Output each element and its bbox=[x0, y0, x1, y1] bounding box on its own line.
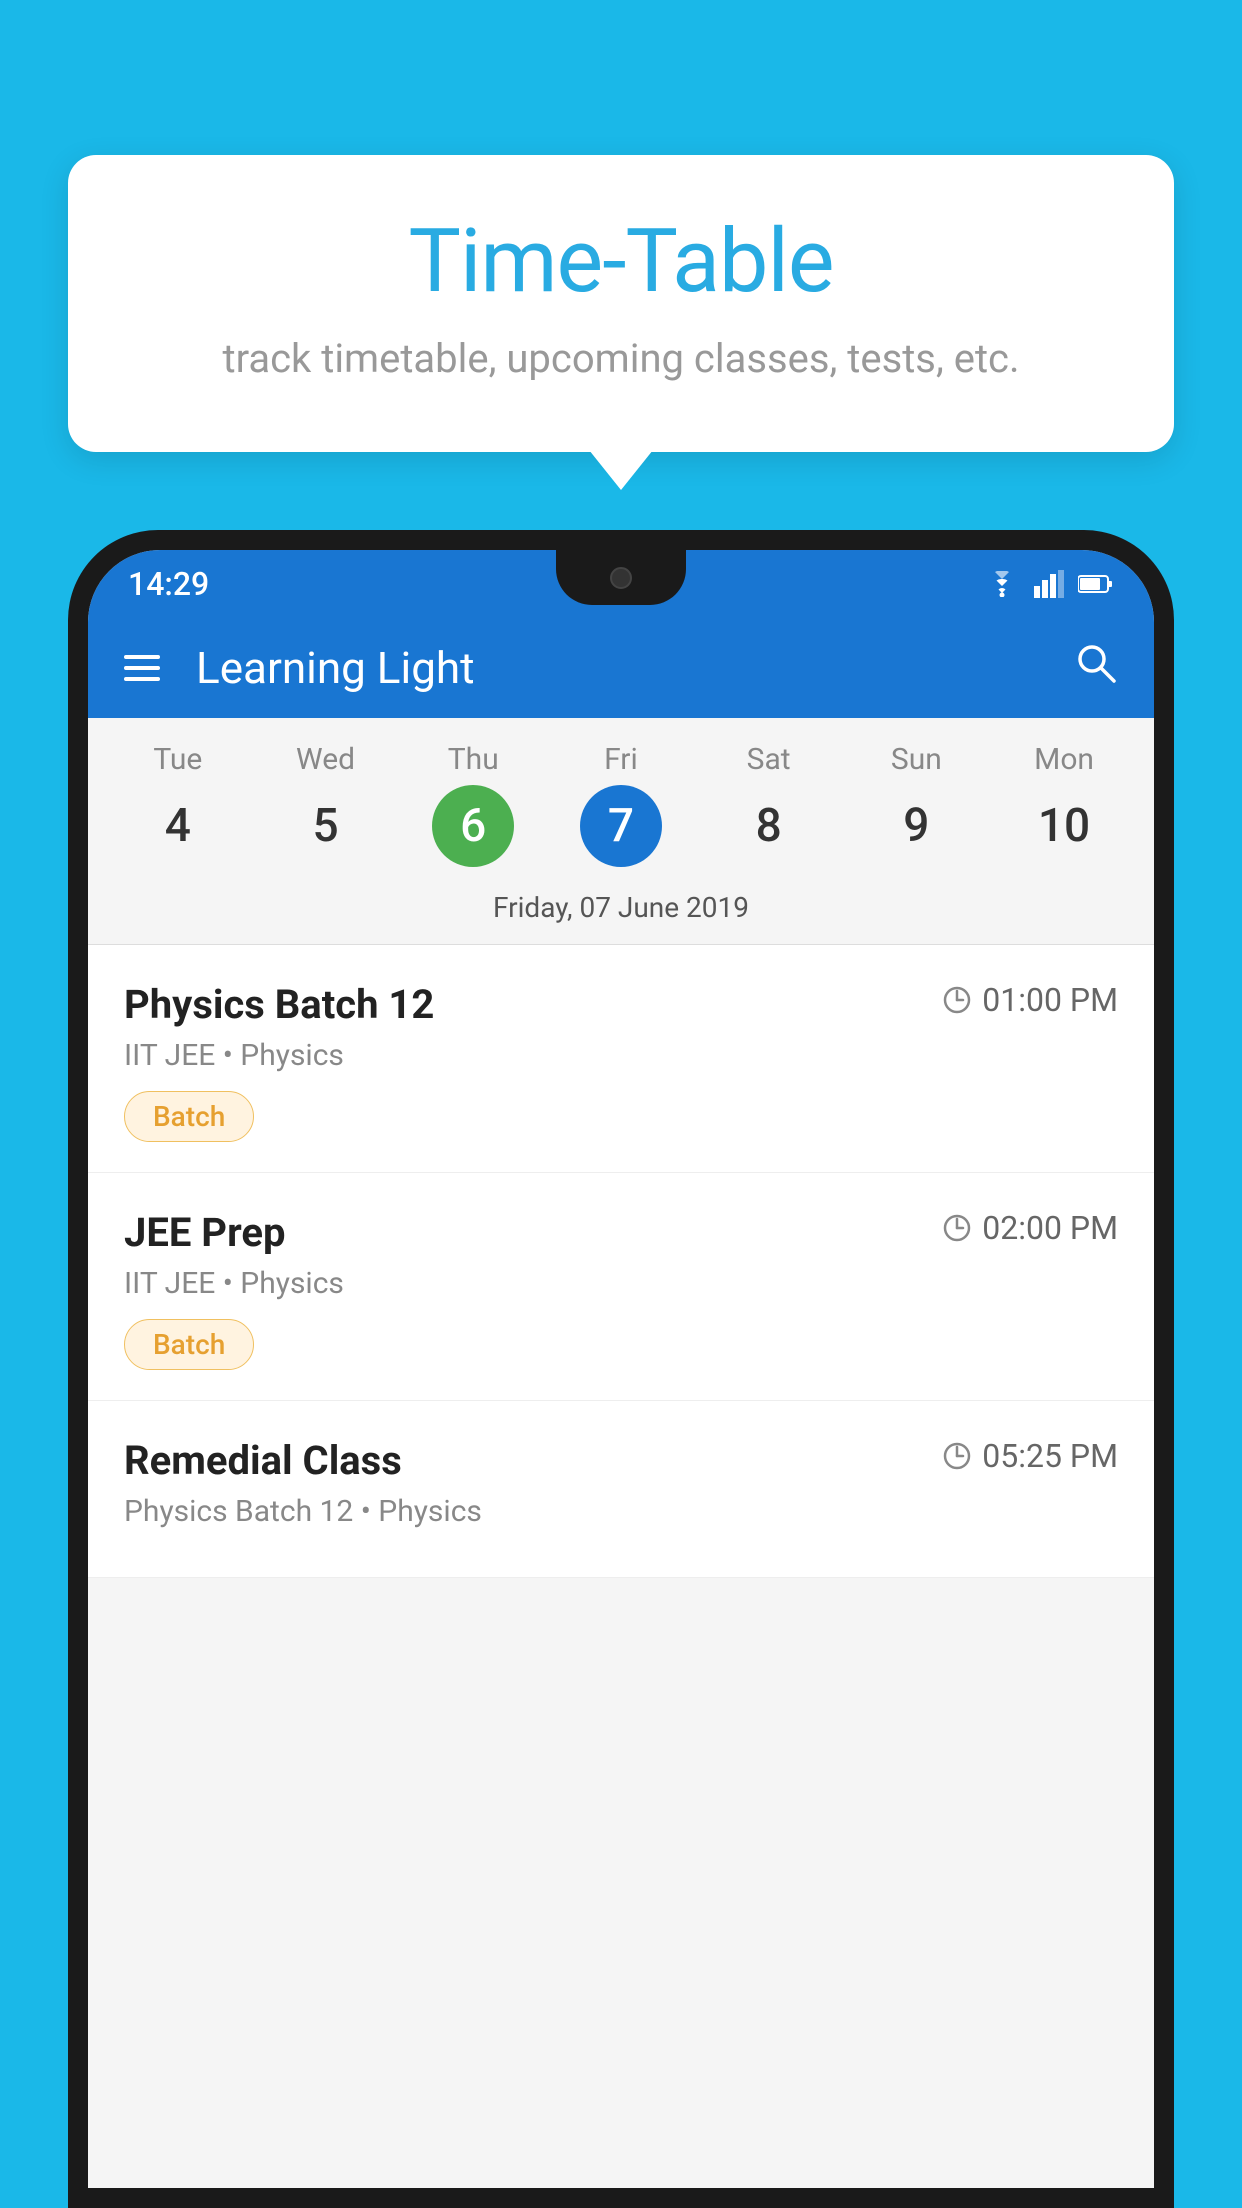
schedule-item[interactable]: JEE Prep 02:00 PM IIT JEE • Physics Batch bbox=[88, 1173, 1154, 1401]
selected-date-label: Friday, 07 June 2019 bbox=[88, 877, 1154, 945]
item-title: Physics Batch 12 bbox=[124, 981, 434, 1028]
day-number[interactable]: 10 bbox=[1023, 785, 1105, 867]
phone-screen: 14:29 bbox=[88, 550, 1154, 2188]
day-name: Sun bbox=[891, 742, 942, 777]
clock-icon bbox=[942, 985, 972, 1015]
item-title: JEE Prep bbox=[124, 1209, 285, 1256]
camera-dot bbox=[610, 567, 632, 589]
batch-badge: Batch bbox=[124, 1091, 254, 1142]
day-name: Mon bbox=[1034, 742, 1094, 777]
day-col[interactable]: Fri 7 bbox=[556, 742, 686, 867]
item-subtitle: IIT JEE • Physics bbox=[124, 1266, 1118, 1301]
day-name: Sat bbox=[747, 742, 791, 777]
day-number[interactable]: 5 bbox=[285, 785, 367, 867]
item-time: 01:00 PM bbox=[942, 981, 1118, 1019]
item-subtitle: IIT JEE • Physics bbox=[124, 1038, 1118, 1073]
day-number[interactable]: 4 bbox=[137, 785, 219, 867]
schedule-item[interactable]: Remedial Class 05:25 PM Physics Batch 12 •… bbox=[88, 1401, 1154, 1578]
day-name: Thu bbox=[448, 742, 499, 777]
phone-shell: 14:29 bbox=[68, 530, 1174, 2208]
days-row: Tue 4 Wed 5 Thu 6 Fri 7 Sat 8 Sun 9 Mon 10 bbox=[88, 742, 1154, 867]
day-col[interactable]: Sun 9 bbox=[851, 742, 981, 867]
tooltip-subtitle: track timetable, upcoming classes, tests… bbox=[128, 335, 1114, 382]
item-time: 05:25 PM bbox=[942, 1437, 1118, 1475]
status-time: 14:29 bbox=[128, 565, 209, 603]
day-col[interactable]: Thu 6 bbox=[408, 742, 538, 867]
calendar-strip: Tue 4 Wed 5 Thu 6 Fri 7 Sat 8 Sun 9 Mon 10 Friday, 07… bbox=[88, 718, 1154, 945]
status-icons bbox=[984, 570, 1114, 598]
signal-icon bbox=[1034, 570, 1064, 598]
wifi-icon bbox=[984, 571, 1020, 597]
item-title: Remedial Class bbox=[124, 1437, 402, 1484]
day-col[interactable]: Wed 5 bbox=[261, 742, 391, 867]
clock-icon bbox=[942, 1441, 972, 1471]
day-name: Wed bbox=[296, 742, 355, 777]
item-time: 02:00 PM bbox=[942, 1209, 1118, 1247]
day-name: Tue bbox=[153, 742, 202, 777]
tooltip-title: Time-Table bbox=[128, 210, 1114, 313]
clock-icon bbox=[942, 1213, 972, 1243]
app-title: Learning Light bbox=[196, 642, 1038, 694]
notch bbox=[556, 550, 686, 605]
day-number[interactable]: 6 bbox=[432, 785, 514, 867]
battery-icon bbox=[1078, 574, 1114, 594]
day-col[interactable]: Mon 10 bbox=[999, 742, 1129, 867]
hamburger-menu-icon[interactable] bbox=[124, 655, 160, 681]
app-bar: Learning Light bbox=[88, 618, 1154, 718]
day-col[interactable]: Tue 4 bbox=[113, 742, 243, 867]
day-number[interactable]: 8 bbox=[728, 785, 810, 867]
day-number[interactable]: 7 bbox=[580, 785, 662, 867]
status-bar: 14:29 bbox=[88, 550, 1154, 618]
day-name: Fri bbox=[604, 742, 638, 777]
batch-badge: Batch bbox=[124, 1319, 254, 1370]
schedule-list: Physics Batch 12 01:00 PM IIT JEE • Physic… bbox=[88, 945, 1154, 1578]
day-col[interactable]: Sat 8 bbox=[704, 742, 834, 867]
tooltip-card: Time-Table track timetable, upcoming cla… bbox=[68, 155, 1174, 452]
day-number[interactable]: 9 bbox=[875, 785, 957, 867]
search-icon[interactable] bbox=[1074, 641, 1118, 696]
schedule-item[interactable]: Physics Batch 12 01:00 PM IIT JEE • Physic… bbox=[88, 945, 1154, 1173]
item-subtitle: Physics Batch 12 • Physics bbox=[124, 1494, 1118, 1529]
